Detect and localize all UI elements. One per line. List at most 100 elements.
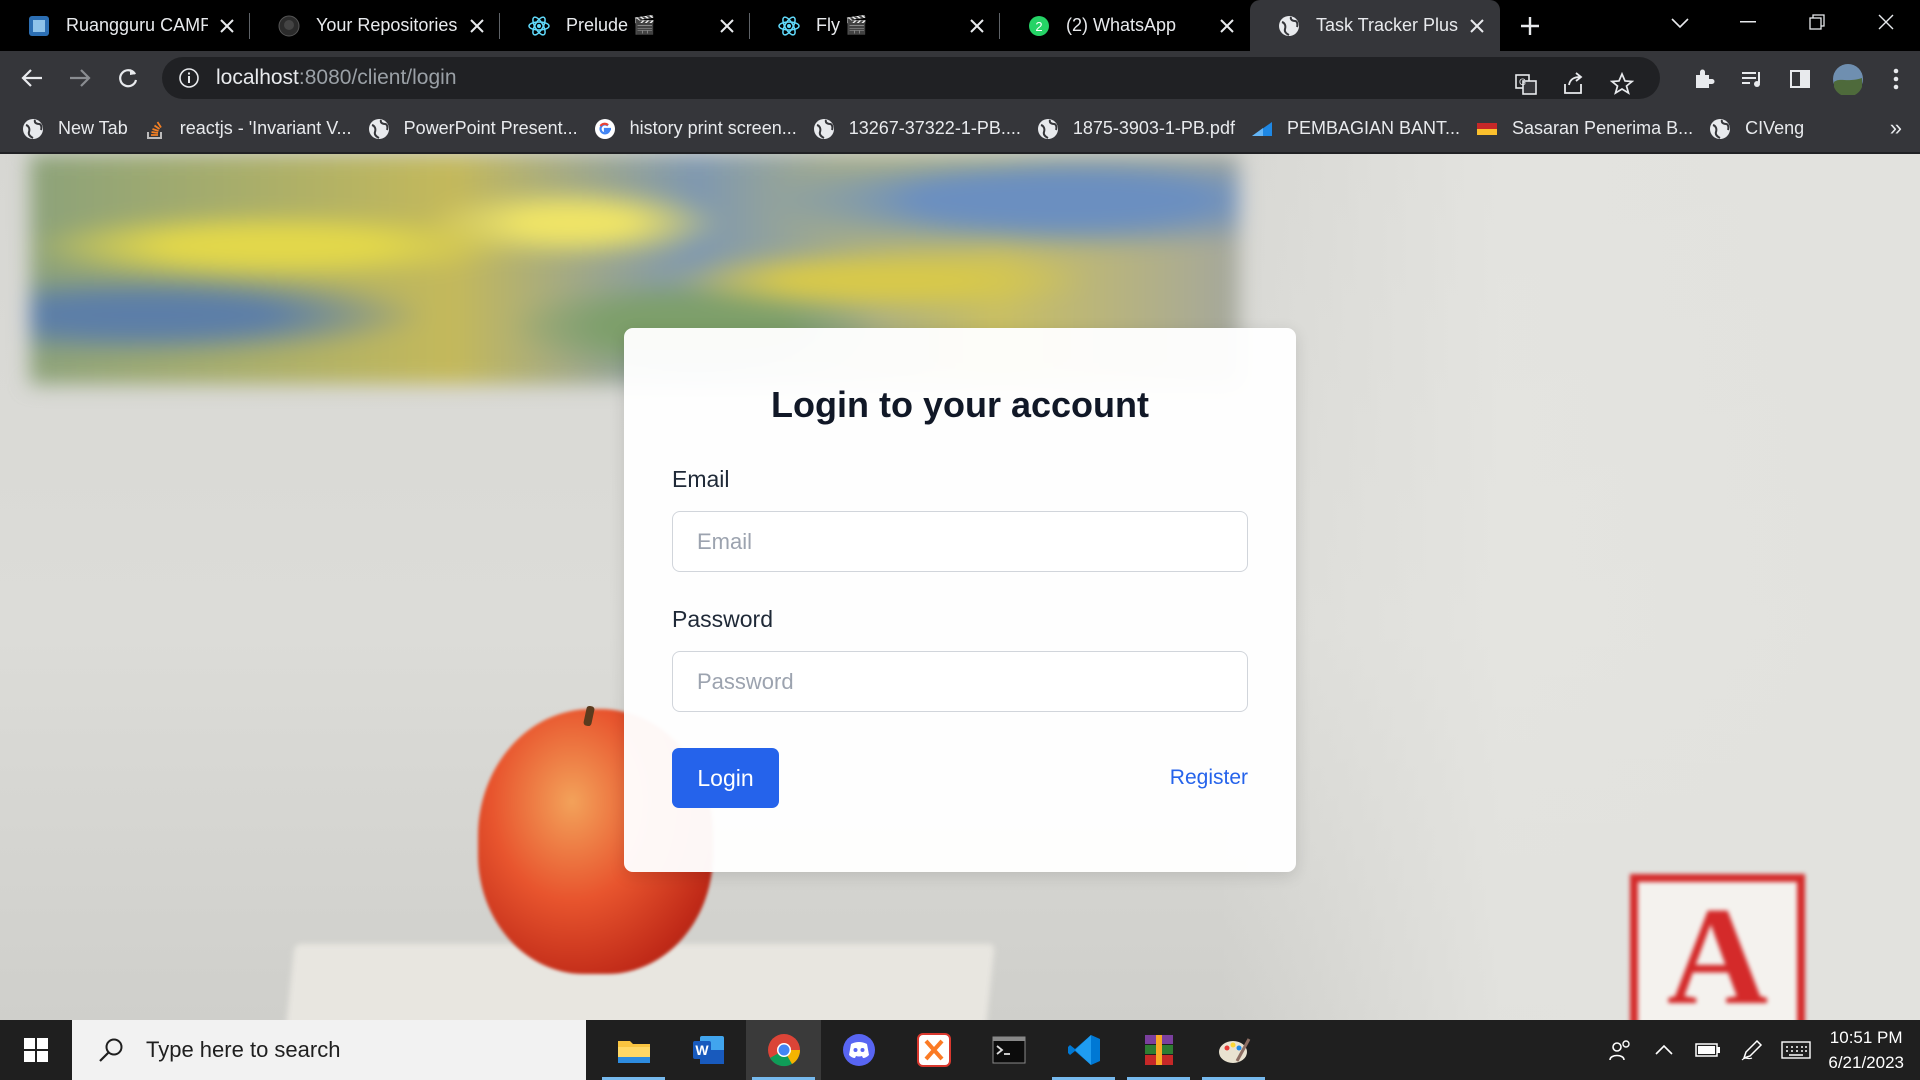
window-close-button[interactable]	[1851, 0, 1920, 44]
background-letter-block: A	[1630, 874, 1805, 1020]
login-button[interactable]: Login	[672, 748, 779, 808]
bookmark-pembagian[interactable]: PEMBAGIAN BANT...	[1247, 111, 1472, 147]
side-panel-button[interactable]	[1776, 55, 1824, 103]
taskbar-word[interactable]: W	[671, 1020, 746, 1080]
register-link[interactable]: Register	[1170, 766, 1248, 790]
globe-icon	[368, 118, 390, 140]
plus-icon	[1521, 17, 1539, 35]
system-tray: 10:51 PM 6/21/2023	[1598, 1020, 1920, 1080]
tab-fly[interactable]: Fly 🎬	[750, 0, 1000, 51]
menu-button[interactable]	[1872, 55, 1920, 103]
taskbar-xampp[interactable]	[896, 1020, 971, 1080]
bookmark-1875-pdf[interactable]: 1875-3903-1-PB.pdf	[1033, 111, 1247, 147]
tab-your-repositories[interactable]: Your Repositories	[250, 0, 500, 51]
people-icon	[1609, 1040, 1631, 1061]
share-button[interactable]	[1554, 64, 1594, 104]
discord-icon	[842, 1034, 875, 1066]
taskbar-search[interactable]: Type here to search	[72, 1020, 586, 1080]
tab-title: Ruangguru CAMP	[66, 15, 208, 35]
url-text[interactable]: localhost:8080/client/login	[216, 66, 457, 90]
new-tab-button[interactable]	[1510, 6, 1550, 46]
profile-avatar[interactable]	[1824, 55, 1872, 103]
email-field[interactable]	[672, 511, 1248, 572]
tab-task-tracker-plus[interactable]: Task Tracker Plus	[1250, 0, 1500, 51]
bookmark-sasaran-penerima[interactable]: Sasaran Penerima B...	[1472, 111, 1705, 147]
minimize-button[interactable]	[1713, 0, 1782, 44]
playlist-icon	[1742, 72, 1760, 87]
windows-logo-icon	[24, 1038, 48, 1062]
close-icon[interactable]	[1466, 15, 1488, 37]
url-path: :8080/client/login	[298, 66, 457, 89]
bookmark-13267[interactable]: 13267-37322-1-PB....	[809, 111, 1033, 147]
taskbar-vscode[interactable]	[1046, 1020, 1121, 1080]
window-controls	[1713, 0, 1920, 44]
tab-strip: Ruangguru CAMP Your Repositories Prelude…	[0, 0, 1920, 51]
clock-date: 6/21/2023	[1828, 1053, 1904, 1072]
extensions-button[interactable]	[1680, 55, 1728, 103]
info-icon[interactable]	[178, 67, 200, 89]
bookmark-powerpoint[interactable]: PowerPoint Present...	[364, 111, 590, 147]
close-icon[interactable]	[966, 15, 988, 37]
pen-button[interactable]	[1730, 1020, 1774, 1080]
forward-button[interactable]	[56, 54, 104, 102]
taskbar-winrar[interactable]	[1121, 1020, 1196, 1080]
bookmark-civeng[interactable]: CIVeng	[1705, 111, 1816, 147]
tab-whatsapp[interactable]: 2 (2) WhatsApp	[1000, 0, 1250, 51]
bookmark-new-tab[interactable]: New Tab	[18, 111, 140, 147]
taskbar-file-explorer[interactable]	[596, 1020, 671, 1080]
login-card: Login to your account Email Password Log…	[624, 328, 1296, 872]
bookmark-label: CIVeng	[1745, 118, 1805, 138]
globe-icon	[1709, 118, 1731, 140]
toolbar-right	[1680, 55, 1920, 103]
pkh-icon	[1476, 118, 1498, 140]
close-icon[interactable]	[216, 15, 238, 37]
svg-text:W: W	[695, 1042, 709, 1058]
system-clock[interactable]: 10:51 PM 6/21/2023	[1818, 1025, 1920, 1075]
close-icon[interactable]	[466, 15, 488, 37]
password-field[interactable]	[672, 651, 1248, 712]
taskbar-chrome[interactable]	[746, 1020, 821, 1080]
people-button[interactable]	[1598, 1020, 1642, 1080]
battery-button[interactable]	[1686, 1020, 1730, 1080]
restore-button[interactable]	[1782, 0, 1851, 44]
taskbar-terminal[interactable]	[971, 1020, 1046, 1080]
share-icon	[1564, 72, 1583, 94]
media-button[interactable]	[1728, 55, 1776, 103]
star-icon	[1610, 72, 1634, 95]
puzzle-icon	[1696, 69, 1715, 88]
kebab-menu-icon	[1893, 68, 1899, 90]
translate-button[interactable]: G	[1506, 64, 1546, 104]
touch-keyboard-button[interactable]	[1774, 1020, 1818, 1080]
tab-search-button[interactable]	[1660, 6, 1700, 40]
globe-icon	[1278, 15, 1300, 37]
xampp-icon	[916, 1033, 951, 1067]
tray-overflow-button[interactable]	[1642, 1020, 1686, 1080]
bookmark-history-print-screen[interactable]: history print screen...	[590, 111, 809, 147]
taskbar-paint[interactable]	[1196, 1020, 1271, 1080]
globe-icon	[1037, 118, 1059, 140]
bookmark-label: reactjs - 'Invariant V...	[179, 118, 352, 138]
tab-ruangguru[interactable]: Ruangguru CAMP	[0, 0, 250, 51]
reload-button[interactable]	[104, 54, 152, 102]
chrome-icon	[767, 1034, 800, 1067]
close-icon[interactable]	[1216, 15, 1238, 37]
bookmarks-overflow-button[interactable]: »	[1890, 115, 1902, 141]
page-title: Login to your account	[771, 384, 1149, 425]
tab-prelude[interactable]: Prelude 🎬	[500, 0, 750, 51]
github-icon	[278, 15, 300, 37]
back-button[interactable]	[8, 54, 56, 102]
tab-title: Your Repositories	[316, 15, 458, 35]
windows-taskbar: Type here to search W 10:51 PM 6/21/2023	[0, 1020, 1920, 1080]
bookmark-star-button[interactable]	[1602, 64, 1642, 104]
address-bar[interactable]: localhost:8080/client/login G	[162, 57, 1660, 99]
file-explorer-icon	[617, 1041, 650, 1063]
bookmark-label: Sasaran Penerima B...	[1512, 118, 1694, 138]
taskbar-search-placeholder: Type here to search	[146, 1037, 341, 1062]
react-icon	[528, 15, 550, 37]
start-button[interactable]	[0, 1020, 72, 1080]
bookmark-reactjs[interactable]: reactjs - 'Invariant V...	[140, 111, 364, 147]
winrar-icon	[1144, 1035, 1173, 1065]
avatar-icon	[1833, 64, 1863, 95]
close-icon[interactable]	[716, 15, 738, 37]
taskbar-discord[interactable]	[821, 1020, 896, 1080]
